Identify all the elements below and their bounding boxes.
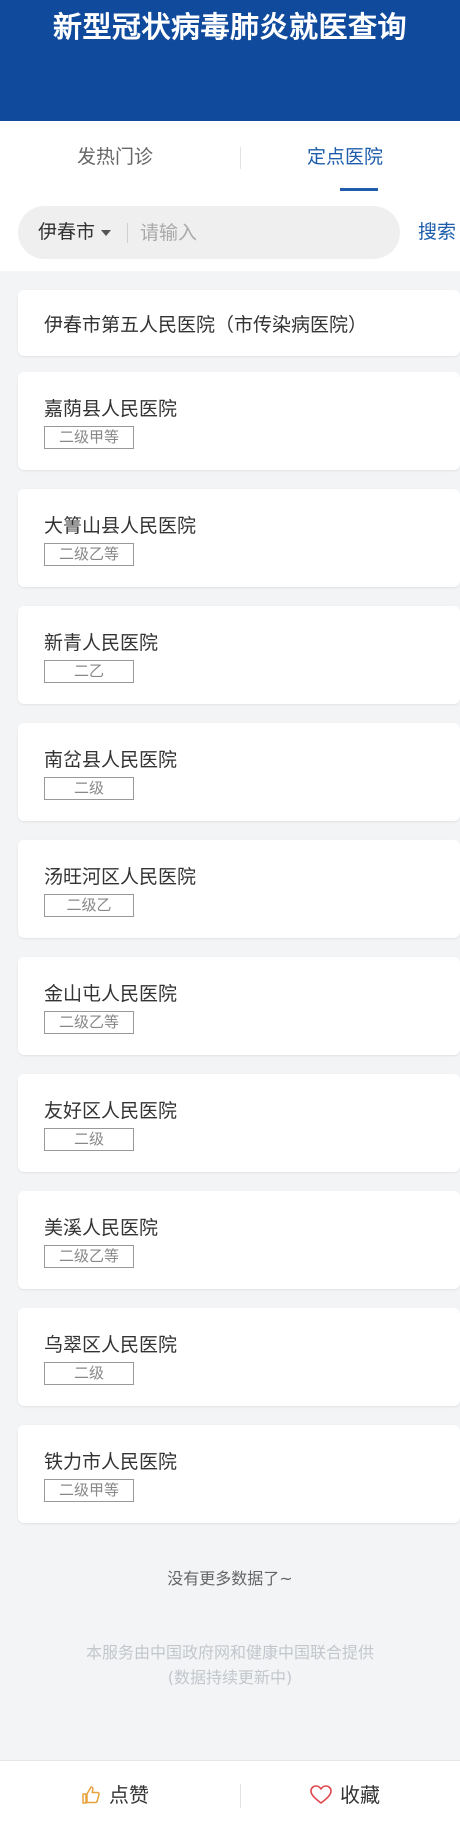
hospital-card[interactable]: 乌翠区人民医院 二级 <box>18 1308 460 1406</box>
search-box: 伊春市 <box>18 206 400 259</box>
bottom-action-bar: 点赞 收藏 <box>0 1760 460 1830</box>
hospital-name: 汤旺河区人民医院 <box>44 866 197 888</box>
hospital-card[interactable]: 汤旺河区人民医院 二级乙 <box>18 840 460 938</box>
provider-note: 本服务由中国政府网和健康中国联合提供 (数据持续更新中) <box>0 1640 460 1690</box>
hospital-name: 乌翠区人民医院 <box>44 1334 178 1356</box>
hospital-name: 新青人民医院 <box>44 632 159 654</box>
tab-bar: 发热门诊 定点医院 <box>0 121 460 194</box>
like-button[interactable]: 点赞 <box>0 1761 230 1830</box>
thumbs-up-icon <box>82 1785 100 1804</box>
hospital-grade-badge: 二级 <box>44 1362 134 1385</box>
heart-icon <box>310 1784 332 1804</box>
provider-line-2: (数据持续更新中) <box>167 1668 293 1687</box>
hospital-card[interactable]: 金山屯人民医院 二级乙等 <box>18 957 460 1055</box>
hospital-card[interactable]: 伊春市第五人民医院（市传染病医院） <box>18 290 460 356</box>
city-label: 伊春市 <box>38 221 96 243</box>
hospital-grade-badge: 二级甲等 <box>44 1479 134 1502</box>
hospital-card[interactable]: 南岔县人民医院 二级 <box>18 723 460 821</box>
hospital-grade-badge: 二级 <box>44 777 134 800</box>
provider-line-1: 本服务由中国政府网和健康中国联合提供 <box>85 1643 374 1662</box>
hospital-card[interactable]: 铁力市人民医院 二级甲等 <box>18 1425 460 1523</box>
hospital-name: 铁力市人民医院 <box>44 1451 178 1473</box>
hospital-name: 美溪人民医院 <box>44 1217 159 1239</box>
hospital-card[interactable]: 大箐山县人民医院 二级乙等 <box>18 489 460 587</box>
city-selector[interactable]: 伊春市 <box>38 206 112 259</box>
hospital-grade-badge: 二级乙等 <box>44 1245 134 1268</box>
hospital-grade-badge: 二级乙等 <box>44 1011 134 1034</box>
tab-fever-clinic[interactable]: 发热门诊 <box>0 121 230 194</box>
hospital-card[interactable]: 嘉荫县人民医院 二级甲等 <box>18 372 460 470</box>
hospital-name: 友好区人民医院 <box>44 1100 178 1122</box>
search-bar: 伊春市 搜索 <box>0 194 460 271</box>
hospital-name: 南岔县人民医院 <box>44 749 178 771</box>
no-more-data-text: 没有更多数据了~ <box>167 1569 293 1588</box>
like-label: 点赞 <box>109 1783 149 1807</box>
hospital-card[interactable]: 美溪人民医院 二级乙等 <box>18 1191 460 1289</box>
active-tab-indicator <box>340 188 378 191</box>
hospital-grade-badge: 二级甲等 <box>44 426 134 449</box>
page-header: 新型冠状病毒肺炎就医查询 <box>0 0 460 121</box>
search-button[interactable]: 搜索 <box>418 194 456 271</box>
hospital-name: 大箐山县人民医院 <box>44 515 197 537</box>
hospital-grade-badge: 二乙 <box>44 660 134 683</box>
tab-designated-hospital[interactable]: 定点医院 <box>230 121 460 194</box>
hospital-grade-badge: 二级乙 <box>44 894 134 917</box>
hospital-name: 金山屯人民医院 <box>44 983 178 1005</box>
search-divider <box>127 223 128 243</box>
search-input[interactable] <box>140 219 380 247</box>
hospital-grade-badge: 二级乙等 <box>44 543 134 566</box>
favorite-label: 收藏 <box>340 1783 380 1807</box>
hospital-name: 嘉荫县人民医院 <box>44 398 178 420</box>
favorite-button[interactable]: 收藏 <box>230 1761 460 1830</box>
page-title: 新型冠状病毒肺炎就医查询 <box>52 10 407 44</box>
hospital-card[interactable]: 新青人民医院 二乙 <box>18 606 460 704</box>
hospital-grade-badge: 二级 <box>44 1128 134 1151</box>
caret-down-icon <box>101 229 112 236</box>
hospital-name: 伊春市第五人民医院（市传染病医院） <box>44 314 368 336</box>
hospital-card[interactable]: 友好区人民医院 二级 <box>18 1074 460 1172</box>
